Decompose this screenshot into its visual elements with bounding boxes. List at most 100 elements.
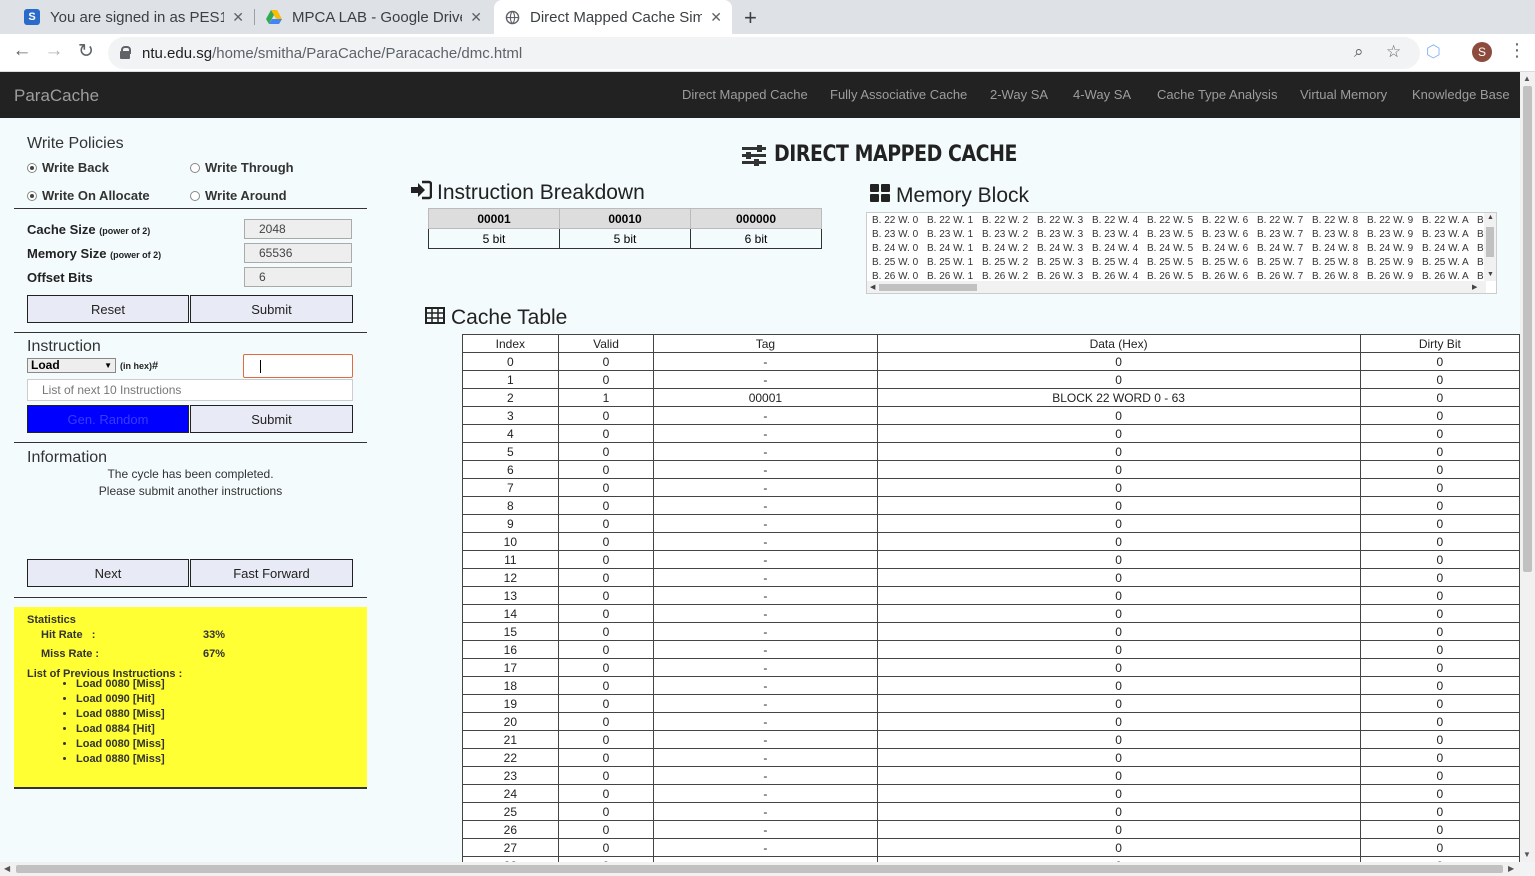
page-title-text: DIRECT MAPPED CACHE <box>774 142 1018 167</box>
brand-link[interactable]: ParaCache <box>14 86 99 106</box>
drive-icon <box>266 9 282 25</box>
address-input[interactable] <box>243 354 353 378</box>
memory-word: B. 23 W. 0 <box>872 229 919 240</box>
nav-2-way-sa[interactable]: 2-Way SA <box>990 87 1048 102</box>
valid-cell: 0 <box>557 640 655 659</box>
data-cell: 0 <box>876 640 1361 659</box>
tab-direct-mapped-cache[interactable]: Direct Mapped Cache Sim... ✕ <box>494 0 732 34</box>
list-item: Load 0884 [Hit] <box>76 722 165 737</box>
table-row: 16 0-0 0 <box>462 640 1520 659</box>
table-row: 40-00 <box>462 424 1520 443</box>
nav-4-way-sa[interactable]: 4-Way SA <box>1073 87 1131 102</box>
back-icon[interactable]: ← <box>9 40 35 62</box>
data-cell: 0 <box>876 406 1361 425</box>
fast-forward-button[interactable]: Fast Forward <box>190 559 353 587</box>
valid-cell: 0 <box>557 424 655 443</box>
memory-word: B. 23 W. 4 <box>1092 229 1139 240</box>
dirty-bit-cell: 0 <box>1359 658 1520 677</box>
breakdown-title: Instruction Breakdown <box>410 180 645 206</box>
operation-selected: Load <box>31 358 60 372</box>
bookmark-star-icon[interactable]: ☆ <box>1386 42 1401 62</box>
valid-cell: 0 <box>557 676 655 695</box>
scrollbar[interactable]: ◀ ▶ <box>867 281 1486 293</box>
radio-label: Write On Allocate <box>42 188 150 203</box>
scrollbar[interactable]: ▲ ▼ <box>1484 213 1496 281</box>
table-row: 11 0-0 0 <box>462 550 1520 569</box>
statistics-title: Statistics <box>27 614 76 626</box>
valid-cell: 0 <box>557 352 655 371</box>
next-button[interactable]: Next <box>27 559 189 587</box>
close-tab-icon[interactable]: ✕ <box>710 9 722 26</box>
table-row: 25 0-0 0 <box>462 802 1520 821</box>
data-cell: 0 <box>876 748 1361 767</box>
tab-signed-in[interactable]: S You are signed in as PES1... ✕ <box>14 0 254 34</box>
operation-select[interactable]: Load ▼ <box>27 358 116 373</box>
reset-button[interactable]: Reset <box>27 295 189 323</box>
memory-word: B. 25 W. 5 <box>1147 257 1194 268</box>
table-row: 12 0-0 0 <box>462 568 1520 587</box>
next-instructions-input[interactable]: List of next 10 Instructions <box>27 379 353 401</box>
index-cell: 3 <box>462 406 559 425</box>
close-tab-icon[interactable]: ✕ <box>232 9 244 26</box>
index-cell: 7 <box>462 478 559 497</box>
write-around-radio[interactable]: Write Around <box>190 188 287 203</box>
memory-word: B. 22 W. 1 <box>927 215 974 226</box>
nav-virtual-memory[interactable]: Virtual Memory <box>1300 87 1387 102</box>
forward-icon[interactable]: → <box>41 40 67 62</box>
gen-random-button[interactable]: Gen. Random <box>27 405 189 433</box>
nav-knowledge-base[interactable]: Knowledge Base <box>1412 87 1510 102</box>
memory-word: B. 23 W. 8 <box>1312 229 1359 240</box>
tag-cell: - <box>653 442 878 461</box>
index-cell: 21 <box>462 730 559 749</box>
avatar[interactable]: S <box>1472 42 1492 62</box>
nav-direct-mapped-cache[interactable]: Direct Mapped Cache <box>682 87 808 102</box>
memory-block-viewer[interactable]: B. 22 W. 0 B. 22 W. 1 B. 22 W. 2 B. 22 W. 3… <box>866 212 1497 294</box>
more-menu-icon[interactable]: ⋮ <box>1508 40 1526 61</box>
memory-size-field[interactable]: 65536 <box>244 243 352 263</box>
extension-icon[interactable]: ⬡ <box>1426 42 1441 62</box>
page-horizontal-scrollbar[interactable]: ◀ ▶ <box>0 862 1520 876</box>
tag-bits-cell: 00001 <box>428 208 560 229</box>
index-cell: 11 <box>462 550 559 569</box>
memory-word: B. 22 W. 3 <box>1037 215 1084 226</box>
write-through-radio[interactable]: Write Through <box>190 160 294 175</box>
site-navbar: ParaCache Direct Mapped Cache Fully Asso… <box>0 72 1520 118</box>
valid-cell: 0 <box>557 622 655 641</box>
data-cell: 0 <box>876 784 1361 803</box>
memory-word: B. 25 W. 7 <box>1257 257 1304 268</box>
data-cell: 0 <box>876 424 1361 443</box>
reload-icon[interactable]: ↻ <box>73 40 99 63</box>
valid-cell: 0 <box>557 712 655 731</box>
data-cell: 0 <box>876 586 1361 605</box>
text-cursor <box>260 360 261 373</box>
table-row: 20 0-0 0 <box>462 712 1520 731</box>
address-bar[interactable]: ntu.edu.sg/home/smitha/ParaCache/Paracac… <box>108 37 1420 69</box>
nav-fully-associative-cache[interactable]: Fully Associative Cache <box>830 87 967 102</box>
write-back-radio[interactable]: Write Back <box>27 160 109 175</box>
browser-toolbar: ← → ↻ ntu.edu.sg/home/smitha/ParaCache/P… <box>0 34 1535 72</box>
dirty-bit-cell: 0 <box>1359 514 1520 533</box>
instruction-submit-button[interactable]: Submit <box>190 405 353 433</box>
dirty-bit-cell: 0 <box>1359 460 1520 479</box>
table-row: 70-00 <box>462 478 1520 497</box>
list-item: Load 0880 [Miss] <box>76 752 165 767</box>
close-tab-icon[interactable]: ✕ <box>470 9 482 26</box>
new-tab-icon[interactable]: + <box>744 5 757 31</box>
valid-cell: 1 <box>557 388 655 407</box>
valid-cell: 0 <box>557 550 655 569</box>
offset-bits-field[interactable]: 6 <box>244 267 352 287</box>
memory-word: B. 24 W. 2 <box>982 243 1029 254</box>
memory-word: B. 23 W. 1 <box>927 229 974 240</box>
table-row: 22 0-0 0 <box>462 748 1520 767</box>
zoom-icon[interactable]: ⌕ <box>1354 42 1364 62</box>
tag-cell: - <box>653 622 878 641</box>
cache-size-field[interactable]: 2048 <box>244 219 352 239</box>
write-on-allocate-radio[interactable]: Write On Allocate <box>27 188 150 203</box>
tab-google-drive[interactable]: MPCA LAB - Google Drive ✕ <box>256 0 492 34</box>
valid-cell: 0 <box>557 496 655 515</box>
column-header: Index <box>462 334 559 353</box>
index-cell: 2 <box>462 388 559 407</box>
nav-cache-type-analysis[interactable]: Cache Type Analysis <box>1157 87 1277 102</box>
page-vertical-scrollbar[interactable]: ▲ ▼ <box>1520 72 1535 862</box>
config-submit-button[interactable]: Submit <box>190 295 353 323</box>
